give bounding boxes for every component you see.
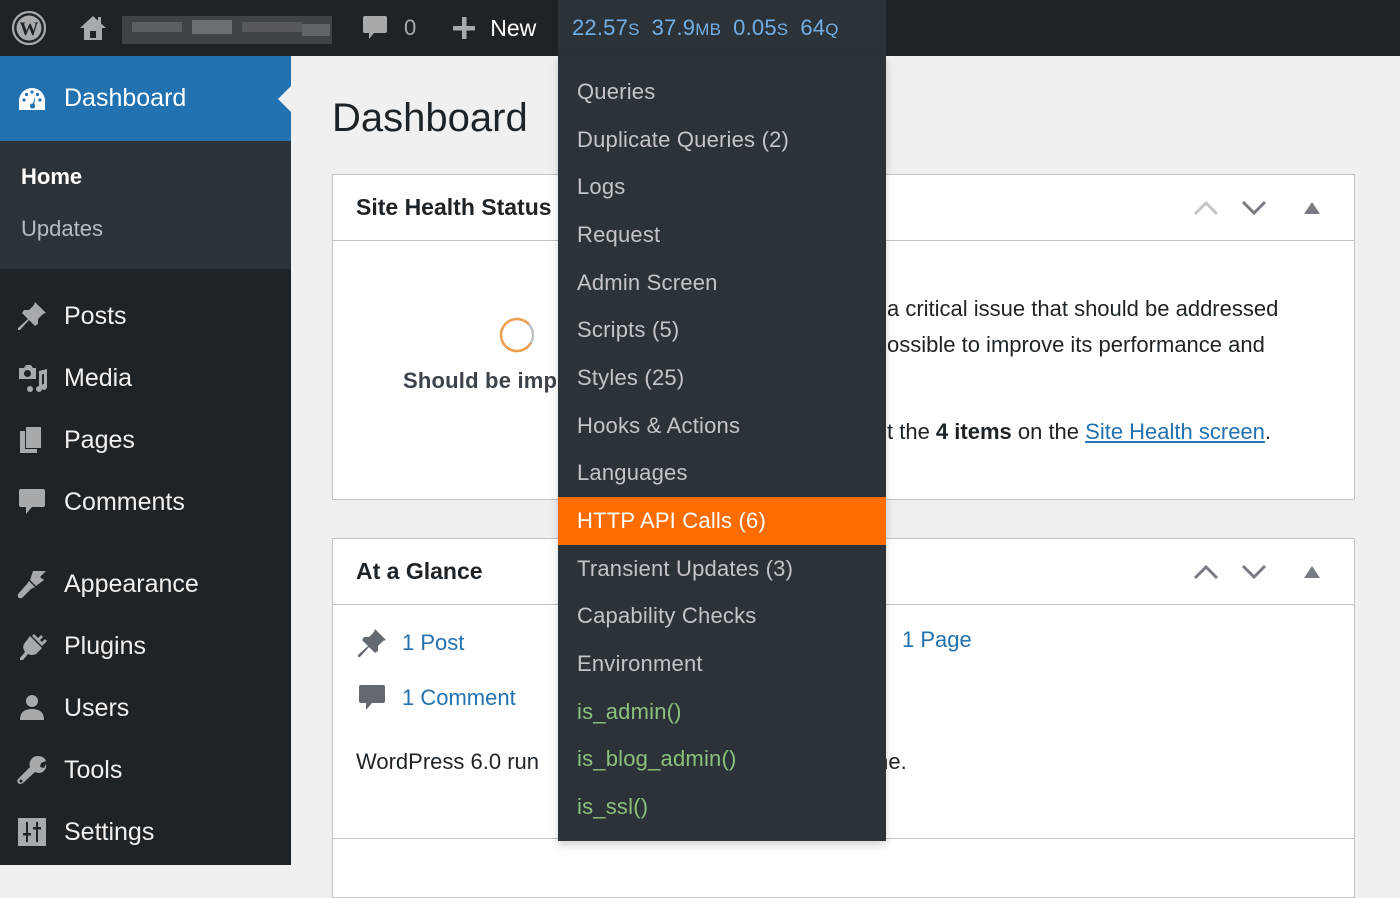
admin-bar: W [redacted] 0 New 22.57s 37.9MB 0.05s 6… bbox=[0, 0, 1400, 56]
health-description: a critical issue that should be addresse… bbox=[887, 296, 1279, 357]
qm-menu-item[interactable]: HTTP API Calls (6) bbox=[558, 497, 886, 545]
qm-menu-item[interactable]: is_blog_admin() bbox=[558, 736, 886, 784]
move-up-button[interactable] bbox=[1182, 188, 1230, 228]
sidebar-item-plugins[interactable]: Plugins bbox=[0, 615, 291, 677]
sidebar-item-label: Plugins bbox=[64, 631, 146, 660]
sidebar-item-pages[interactable]: Pages bbox=[0, 409, 291, 471]
submenu-item-updates[interactable]: Updates bbox=[0, 203, 291, 255]
dashboard-submenu: Home Updates bbox=[0, 141, 291, 269]
pages-icon bbox=[16, 424, 48, 456]
glance-comments-link[interactable]: 1 Comment bbox=[356, 682, 516, 714]
sidebar-item-label: Settings bbox=[64, 817, 155, 846]
query-monitor-stats-button[interactable]: 22.57s 37.9MB 0.05s 64Q bbox=[558, 0, 886, 56]
qm-menu-item[interactable]: Scripts (5) bbox=[558, 306, 886, 354]
qm-query-count: 64Q bbox=[800, 15, 839, 40]
chevron-down-icon bbox=[1241, 564, 1267, 580]
comment-icon bbox=[16, 486, 48, 518]
pushpin-icon bbox=[358, 629, 386, 657]
query-monitor-menu: Queries Duplicate Queries (2) Logs Request A… bbox=[558, 56, 886, 841]
qm-menu-item[interactable]: Styles (25) bbox=[558, 354, 886, 402]
glance-pages-link[interactable]: 1 Page bbox=[902, 627, 972, 653]
page-title: Dashboard bbox=[332, 96, 528, 140]
activity-widget bbox=[332, 838, 1355, 898]
sidebar-item-label: Posts bbox=[64, 301, 127, 330]
qm-menu-item[interactable]: Queries bbox=[558, 68, 886, 116]
sliders-icon bbox=[16, 816, 48, 848]
health-progress-ring bbox=[499, 317, 535, 353]
new-content-button[interactable]: New bbox=[452, 0, 536, 56]
widget-title: Site Health Status bbox=[356, 194, 552, 220]
svg-text:W: W bbox=[20, 19, 39, 40]
sidebar-item-posts[interactable]: Posts bbox=[0, 285, 291, 347]
qm-menu-item[interactable]: Logs bbox=[558, 163, 886, 211]
chevron-up-icon bbox=[1193, 200, 1219, 216]
site-health-screen-link[interactable]: Site Health screen bbox=[1085, 419, 1265, 444]
sidebar-item-settings[interactable]: Settings bbox=[0, 801, 291, 863]
plug-icon bbox=[16, 630, 48, 662]
submenu-item-home[interactable]: Home bbox=[0, 151, 291, 203]
comments-count: 0 bbox=[404, 15, 417, 40]
plus-icon bbox=[453, 17, 476, 39]
sidebar-item-label: Comments bbox=[64, 487, 185, 516]
comment-icon bbox=[359, 685, 385, 710]
widget-title: At a Glance bbox=[356, 558, 483, 584]
user-icon bbox=[16, 692, 48, 724]
toggle-panel-button[interactable] bbox=[1288, 188, 1336, 228]
sidebar-item-label: Media bbox=[64, 363, 133, 392]
media-icon bbox=[16, 362, 48, 394]
qm-memory: 37.9MB bbox=[651, 15, 722, 40]
qm-db-time: 0.05s bbox=[733, 15, 789, 40]
comments-button[interactable]: 0 bbox=[362, 0, 416, 56]
qm-menu-item[interactable]: is_ssl() bbox=[558, 783, 886, 831]
qm-page-time: 22.57s bbox=[572, 15, 640, 40]
sidebar-item-media[interactable]: Media bbox=[0, 347, 291, 409]
paintbrush-icon bbox=[16, 568, 48, 600]
dashboard-gauge-icon bbox=[16, 83, 48, 115]
move-down-button[interactable] bbox=[1230, 552, 1278, 592]
comment-bubble-icon bbox=[363, 16, 387, 39]
move-up-button[interactable] bbox=[1182, 552, 1230, 592]
admin-sidebar: Dashboard Home Updates Posts Media Pages… bbox=[0, 56, 291, 865]
sidebar-item-comments[interactable]: Comments bbox=[0, 471, 291, 533]
site-name-link[interactable]: [redacted] bbox=[122, 10, 332, 46]
sidebar-item-appearance[interactable]: Appearance bbox=[0, 553, 291, 615]
glance-posts-link[interactable]: 1 Post bbox=[356, 627, 464, 659]
sidebar-item-label: Tools bbox=[64, 755, 123, 784]
site-home-button[interactable] bbox=[78, 0, 108, 56]
wrench-icon bbox=[16, 754, 48, 786]
pushpin-icon bbox=[16, 300, 48, 332]
qm-menu-item[interactable]: Duplicate Queries (2) bbox=[558, 116, 886, 164]
chevron-down-icon bbox=[1241, 200, 1267, 216]
move-down-button[interactable] bbox=[1230, 188, 1278, 228]
qm-menu-item[interactable]: Environment bbox=[558, 640, 886, 688]
home-icon bbox=[80, 16, 106, 40]
sidebar-item-label: Appearance bbox=[64, 569, 199, 598]
qm-menu-item[interactable]: is_admin() bbox=[558, 688, 886, 736]
wordpress-logo-icon: W bbox=[11, 10, 47, 46]
qm-menu-item[interactable]: Capability Checks bbox=[558, 593, 886, 641]
health-items-text: t the 4 items on the Site Health screen. bbox=[887, 419, 1272, 444]
sidebar-item-label: Pages bbox=[64, 425, 135, 454]
qm-menu-item[interactable]: Admin Screen bbox=[558, 259, 886, 307]
qm-menu-item[interactable]: Hooks & Actions bbox=[558, 402, 886, 450]
qm-menu-item[interactable]: Transient Updates (3) bbox=[558, 545, 886, 593]
qm-menu-item[interactable]: Request bbox=[558, 211, 886, 259]
chevron-up-icon bbox=[1193, 564, 1219, 580]
sidebar-item-users[interactable]: Users bbox=[0, 677, 291, 739]
triangle-up-icon bbox=[1304, 566, 1320, 578]
qm-menu-item[interactable]: Languages bbox=[558, 450, 886, 498]
new-label: New bbox=[490, 14, 537, 41]
triangle-up-icon bbox=[1304, 202, 1320, 214]
wordpress-logo-button[interactable]: W bbox=[0, 0, 58, 56]
sidebar-item-label: Users bbox=[64, 693, 130, 722]
sidebar-item-tools[interactable]: Tools bbox=[0, 739, 291, 801]
sidebar-item-label: Dashboard bbox=[64, 84, 187, 112]
toggle-panel-button[interactable] bbox=[1288, 552, 1336, 592]
sidebar-item-dashboard[interactable]: Dashboard bbox=[0, 56, 291, 141]
